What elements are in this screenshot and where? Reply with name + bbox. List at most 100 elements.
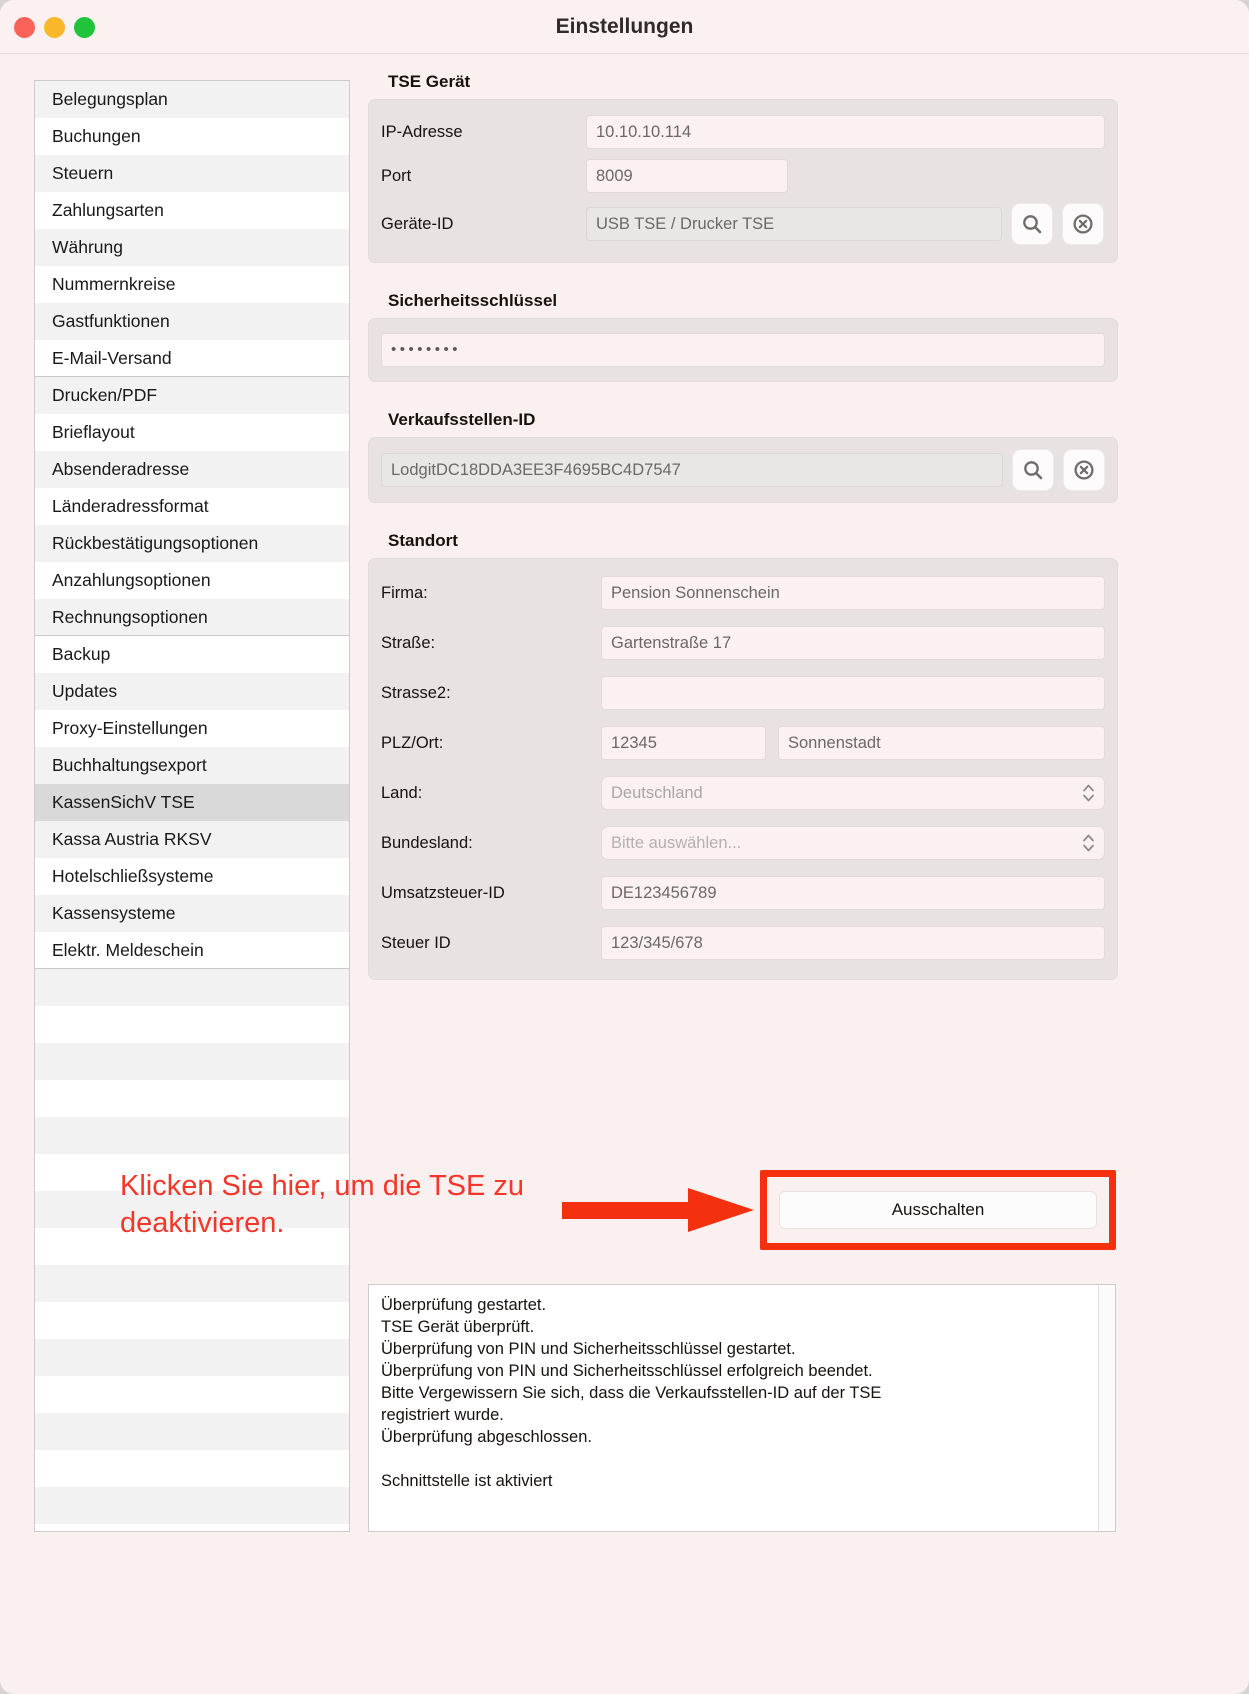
ausschalten-button[interactable]: Ausschalten — [779, 1191, 1097, 1229]
clear-circle-icon — [1073, 214, 1093, 234]
sidebar-empty-row — [35, 1413, 349, 1450]
settings-window: Einstellungen Belegungsplan Buchungen Steu… — [0, 0, 1249, 1694]
annotation-text: Klicken Sie hier, um die TSE zu deaktivi… — [120, 1170, 525, 1240]
location-group-title: Standort — [388, 531, 458, 550]
sidebar-item-r-ckbest-tigungsoptionen[interactable]: Rückbestätigungsoptionen — [35, 525, 349, 562]
status-log-scrollbar[interactable] — [1098, 1285, 1115, 1531]
sidebar-item-proxy-einstellungen[interactable]: Proxy-Einstellungen — [35, 710, 349, 747]
land-label: Land: — [381, 783, 423, 802]
sidebar-item-label: Kassa Austria RKSV — [52, 829, 212, 849]
sidebar-empty-row — [35, 1080, 349, 1117]
sidebar-item-kassensichv-tse[interactable]: KassenSichV TSE — [35, 784, 349, 821]
field-row-land: Land: Deutschland — [369, 768, 1117, 818]
sidebar-item-updates[interactable]: Updates — [35, 673, 349, 710]
field-row-ip-address: IP-Adresse 10.10.10.114 — [369, 110, 1117, 154]
sidebar-item-backup[interactable]: Backup — [35, 636, 349, 673]
search-icon — [1024, 461, 1043, 480]
field-row-ust-id: Umsatzsteuer-ID DE123456789 — [369, 868, 1117, 918]
settings-main-pane: TSE Gerät IP-Adresse 10.10.10.114 Port 8… — [368, 72, 1118, 980]
strasse-input[interactable]: Gartenstraße 17 — [601, 626, 1105, 660]
sidebar-item-elektr-meldeschein[interactable]: Elektr. Meldeschein — [35, 932, 349, 969]
sidebar-item-kassa-austria-rksv[interactable]: Kassa Austria RKSV — [35, 821, 349, 858]
pos-id-group: LodgitDC18DDA3EE3F4695BC4D7547 — [368, 437, 1118, 503]
sidebar-item-anzahlungsoptionen[interactable]: Anzahlungsoptionen — [35, 562, 349, 599]
sidebar-item-absenderadresse[interactable]: Absenderadresse — [35, 451, 349, 488]
chevron-updown-icon — [1083, 834, 1094, 852]
device-id-clear-button[interactable] — [1062, 203, 1104, 245]
security-key-input[interactable]: •••••••• — [381, 333, 1105, 367]
security-key-group-title: Sicherheitsschlüssel — [388, 291, 558, 310]
ust-id-label: Umsatzsteuer-ID — [381, 883, 505, 902]
sidebar-item-steuern[interactable]: Steuern — [35, 155, 349, 192]
sidebar-item-buchungen[interactable]: Buchungen — [35, 118, 349, 155]
sidebar-item-label: Länderadressformat — [52, 496, 209, 516]
window-title: Einstellungen — [555, 15, 694, 38]
sidebar-item-e-mail-versand[interactable]: E-Mail-Versand — [35, 340, 349, 377]
sidebar-empty-row — [35, 969, 349, 1006]
sidebar-item-label: Nummernkreise — [52, 274, 176, 294]
field-row-bundesland: Bundesland: Bitte auswählen... — [369, 818, 1117, 868]
sidebar-item-gastfunktionen[interactable]: Gastfunktionen — [35, 303, 349, 340]
sidebar-item-buchhaltungsexport[interactable]: Buchhaltungsexport — [35, 747, 349, 784]
firma-input[interactable]: Pension Sonnenschein — [601, 576, 1105, 610]
field-row-plz-ort: PLZ/Ort: 12345 Sonnenstadt — [369, 718, 1117, 768]
strasse2-label: Strasse2: — [381, 683, 451, 702]
bundesland-select[interactable]: Bitte auswählen... — [601, 826, 1105, 860]
sidebar-item-drucken-pdf[interactable]: Drucken/PDF — [35, 377, 349, 414]
port-label: Port — [381, 166, 412, 185]
sidebar-item-w-hrung[interactable]: Währung — [35, 229, 349, 266]
sidebar-item-label: Belegungsplan — [52, 89, 168, 109]
pos-id-input[interactable]: LodgitDC18DDA3EE3F4695BC4D7547 — [381, 453, 1003, 487]
sidebar-item-label: Absenderadresse — [52, 459, 190, 479]
port-input[interactable]: 8009 — [586, 159, 788, 193]
sidebar-item-nummernkreise[interactable]: Nummernkreise — [35, 266, 349, 303]
strasse2-input[interactable] — [601, 676, 1105, 710]
land-select[interactable]: Deutschland — [601, 776, 1105, 810]
sidebar-item-label: Währung — [52, 237, 124, 257]
sidebar-item-label: Buchhaltungsexport — [52, 755, 207, 775]
ip-address-input[interactable]: 10.10.10.114 — [586, 115, 1105, 149]
steuer-id-input[interactable]: 123/345/678 — [601, 926, 1105, 960]
tse-device-group-title: TSE Gerät — [388, 72, 471, 91]
pos-id-clear-button[interactable] — [1063, 449, 1105, 491]
sidebar-item-label: Proxy-Einstellungen — [52, 718, 208, 738]
sidebar-item-l-nderadressformat[interactable]: Länderadressformat — [35, 488, 349, 525]
device-id-input[interactable]: USB TSE / Drucker TSE — [586, 207, 1002, 241]
sidebar-empty-row — [35, 1265, 349, 1302]
sidebar-item-brieflayout[interactable]: Brieflayout — [35, 414, 349, 451]
sidebar-item-label: Zahlungsarten — [52, 200, 164, 220]
sidebar-item-label: Hotelschließsysteme — [52, 866, 214, 886]
steuer-id-label: Steuer ID — [381, 933, 451, 952]
field-row-firma: Firma: Pension Sonnenschein — [369, 568, 1117, 618]
field-row-port: Port 8009 — [369, 154, 1117, 198]
sidebar-item-label: Anzahlungsoptionen — [52, 570, 211, 590]
device-id-label: Geräte-ID — [381, 214, 454, 233]
plz-input[interactable]: 12345 — [601, 726, 766, 760]
sidebar-item-hotelschlie-systeme[interactable]: Hotelschließsysteme — [35, 858, 349, 895]
sidebar-empty-row — [35, 1302, 349, 1339]
sidebar-item-kassensysteme[interactable]: Kassensysteme — [35, 895, 349, 932]
sidebar-item-label: Kassensysteme — [52, 903, 176, 923]
sidebar-item-label: Gastfunktionen — [52, 311, 170, 331]
sidebar-empty-row — [35, 1487, 349, 1524]
sidebar-item-rechnungsoptionen[interactable]: Rechnungsoptionen — [35, 599, 349, 636]
ort-input[interactable]: Sonnenstadt — [778, 726, 1105, 760]
location-group: Firma: Pension Sonnenschein Straße: Gart… — [368, 558, 1118, 980]
pos-id-search-button[interactable] — [1012, 449, 1054, 491]
field-row-strasse2: Strasse2: — [369, 668, 1117, 718]
settings-sidebar[interactable]: Belegungsplan Buchungen Steuern Zahlungsart… — [34, 80, 350, 1532]
ust-id-input[interactable]: DE123456789 — [601, 876, 1105, 910]
chevron-updown-icon — [1083, 784, 1094, 802]
sidebar-item-zahlungsarten[interactable]: Zahlungsarten — [35, 192, 349, 229]
field-row-device-id: Geräte-ID USB TSE / Drucker TSE — [369, 198, 1117, 250]
clear-circle-icon — [1074, 460, 1094, 480]
sidebar-item-belegungsplan[interactable]: Belegungsplan — [35, 81, 349, 118]
right-arrow-icon — [562, 1188, 754, 1232]
device-id-search-button[interactable] — [1011, 203, 1053, 245]
sidebar-item-label: Backup — [52, 644, 111, 664]
tse-device-group: IP-Adresse 10.10.10.114 Port 8009 Geräte… — [368, 99, 1118, 263]
annotation-arrow — [562, 1186, 754, 1234]
sidebar-item-label: Drucken/PDF — [52, 385, 158, 405]
sidebar-empty-row — [35, 1450, 349, 1487]
sidebar-item-label: Buchungen — [52, 126, 141, 146]
